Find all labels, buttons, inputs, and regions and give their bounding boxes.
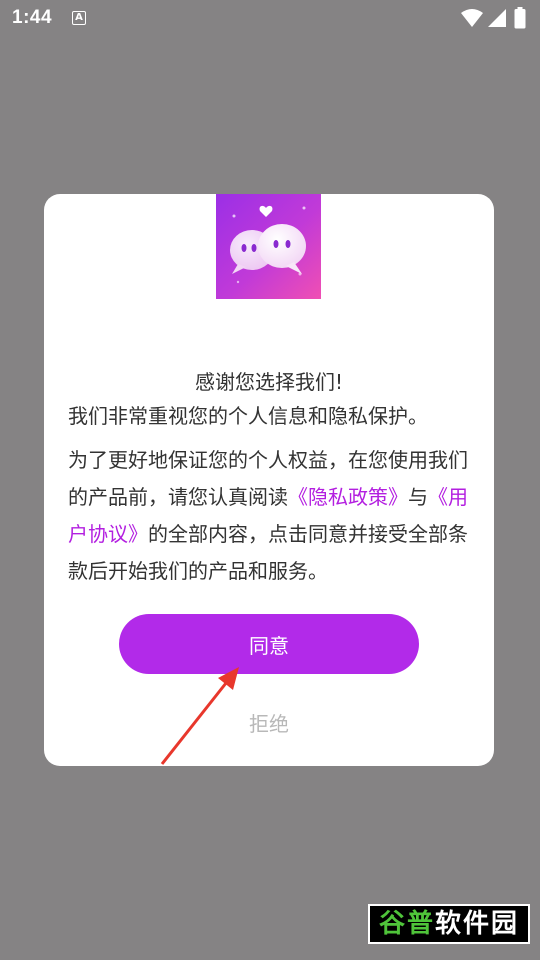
privacy-policy-link[interactable]: 《隐私政策》 [288,485,408,509]
dialog-title: 感谢您选择我们! [194,370,344,394]
watermark-logo: 谷普软件园 [368,904,530,944]
privacy-dialog: 感谢您选择我们! 我们非常重视您的个人信息和隐私保护。 为了更好地保证您的个人权… [44,194,494,766]
notice-and: 与 [408,485,428,509]
notification-icon: A [72,11,86,25]
screen: 1:44 A 感谢您选择我们! 我们非常重视您的个人信息和隐私保护。 为了更好地… [0,0,540,960]
signal-icon [488,9,506,27]
status-time: 1:44 [12,7,53,28]
watermark-part1: 谷普 [378,909,435,939]
watermark-part2: 软件园 [435,909,520,939]
privacy-statement: 我们非常重视您的个人信息和隐私保护。 [68,404,428,428]
battery-icon [514,7,526,29]
agreement-notice: 为了更好地保证您的个人权益，在您使用我们的产品前，请您认真阅读《隐私政策》与《用… [68,442,472,590]
chat-bubbles-logo [216,194,321,299]
status-bar: 1:44 A [0,0,540,38]
wifi-icon [461,9,483,27]
annotation-arrow-icon [160,667,239,765]
